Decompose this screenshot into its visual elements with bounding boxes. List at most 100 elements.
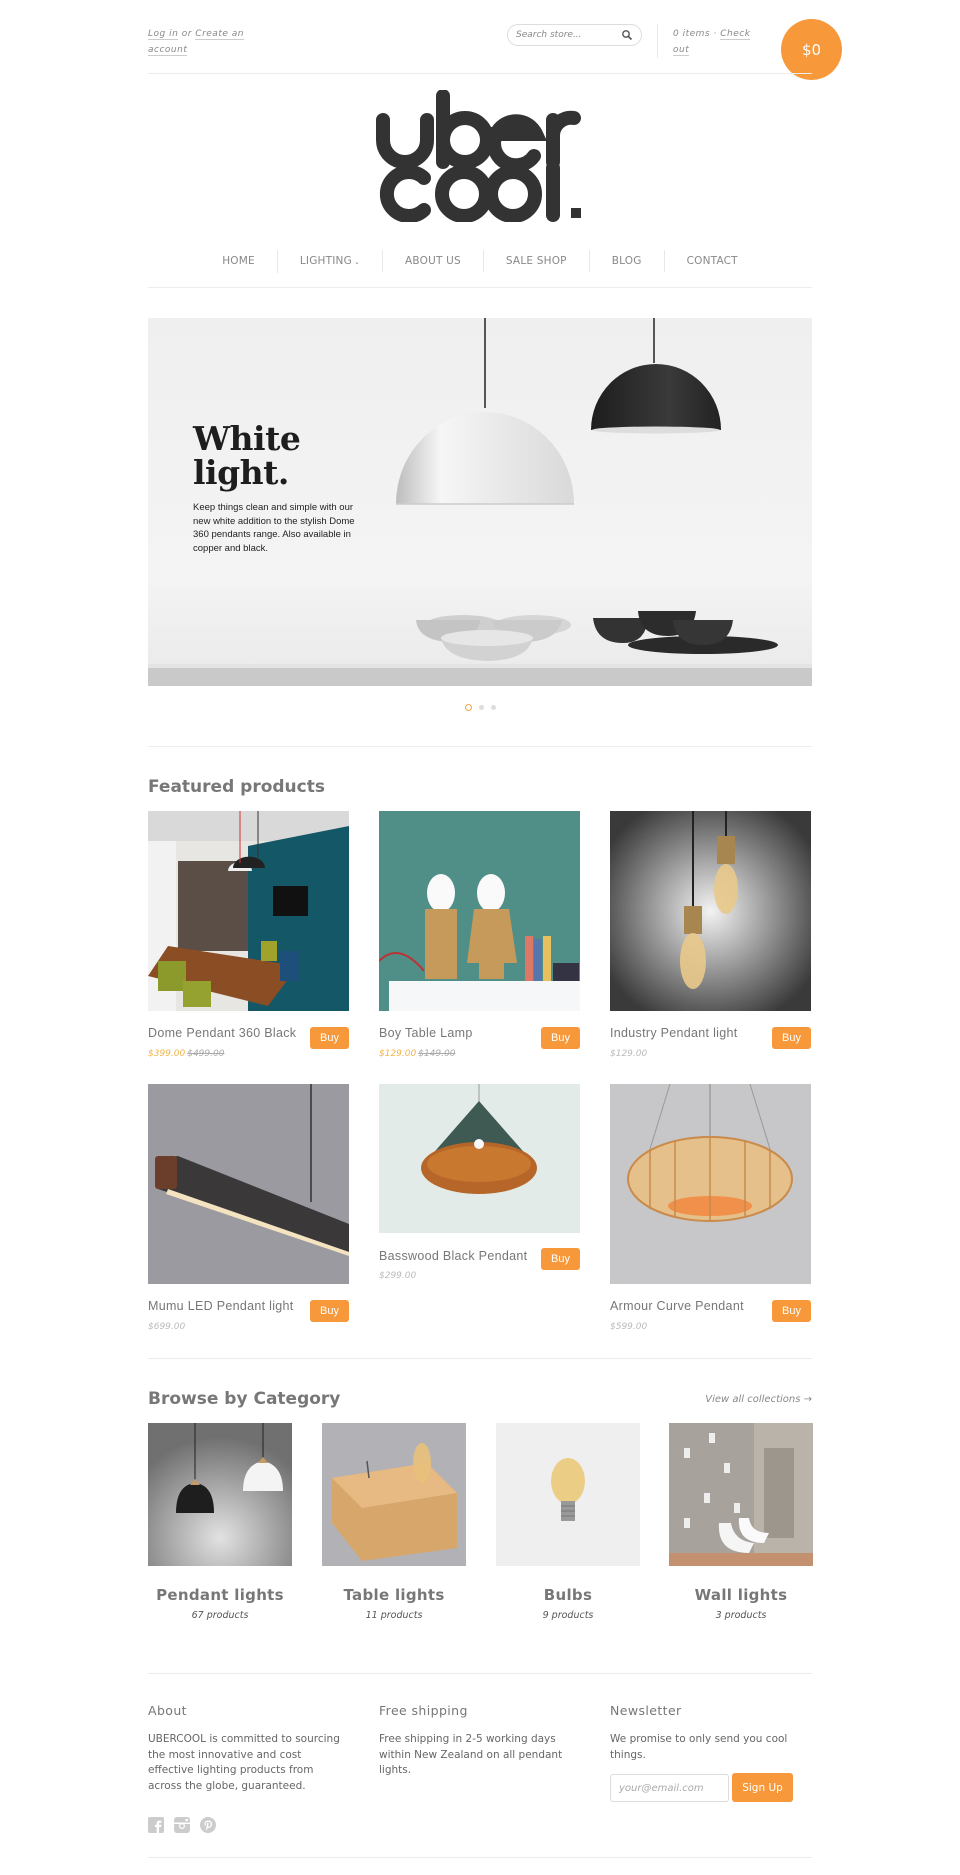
hero-slide[interactable]: White light. Keep things clean and simpl…: [148, 318, 812, 686]
nav-divider-line: [148, 287, 812, 288]
hero-title-line2: light.: [193, 453, 289, 492]
buy-button[interactable]: Buy: [541, 1248, 580, 1270]
signup-button[interactable]: Sign Up: [732, 1773, 793, 1802]
product-image[interactable]: [610, 1083, 811, 1284]
product-card: Industry Pendant light $129.00 Buy: [610, 811, 811, 1059]
section-divider: [148, 1358, 812, 1359]
or-text: or: [181, 29, 192, 39]
newsletter-email-input[interactable]: [610, 1774, 729, 1802]
buy-button[interactable]: Buy: [541, 1027, 580, 1049]
category-card[interactable]: Table lights 11 products: [322, 1423, 466, 1621]
product-price: $299.00: [379, 1271, 416, 1281]
category-card[interactable]: Bulbs 9 products: [496, 1423, 640, 1621]
category-title[interactable]: Bulbs: [496, 1586, 640, 1604]
product-name[interactable]: Basswood Black Pendant: [379, 1249, 527, 1263]
section-divider: [148, 746, 812, 747]
cart-total-button[interactable]: $0: [781, 19, 842, 80]
footer-newsletter: Newsletter We promise to only send you c…: [610, 1703, 790, 1763]
slide-dot-1[interactable]: [464, 704, 472, 711]
ubercool-logo[interactable]: [374, 90, 586, 222]
product-image[interactable]: [610, 811, 811, 1011]
footer-newsletter-title: Newsletter: [610, 1703, 682, 1718]
footer-shipping: Free shipping Free shipping in 2-5 worki…: [379, 1703, 564, 1779]
category-card[interactable]: Pendant lights 67 products: [148, 1423, 292, 1621]
buy-button[interactable]: Buy: [772, 1027, 811, 1049]
category-count: 3 products: [715, 1610, 767, 1621]
product-price: $129.00: [610, 1049, 647, 1059]
slide-dot-3[interactable]: [490, 705, 496, 710]
product-name[interactable]: Dome Pendant 360 Black: [148, 1026, 296, 1040]
category-image[interactable]: [322, 1423, 466, 1566]
hero-title-line1: White: [193, 419, 301, 458]
cart-separator: ·: [713, 29, 717, 39]
product-card: Dome Pendant 360 Black $399.00 $499.00 Bu…: [148, 811, 349, 1059]
footer-about-text: UBERCOOL is committed to sourcing the mo…: [148, 1733, 340, 1792]
featured-title: Featured products: [148, 777, 325, 797]
nav-lighting-label: LIGHTING: [299, 254, 352, 267]
nav-lighting[interactable]: LIGHTING ⌄: [276, 249, 382, 273]
product-name[interactable]: Boy Table Lamp: [379, 1026, 473, 1040]
cart-item-count: 0 items: [673, 29, 711, 39]
buy-button[interactable]: Buy: [310, 1300, 349, 1322]
pinterest-icon[interactable]: [200, 1817, 216, 1833]
nav-home[interactable]: HOME: [200, 250, 277, 272]
cart-summary: 0 items · Check out: [673, 26, 758, 58]
nav-blog[interactable]: BLOG: [588, 250, 664, 272]
product-image[interactable]: [378, 811, 580, 1011]
category-title[interactable]: Table lights: [322, 1586, 466, 1604]
compare-price: $149.00: [418, 1049, 456, 1059]
regular-price: $699.00: [148, 1322, 186, 1332]
nav-contact-label: CONTACT: [686, 255, 738, 267]
category-title[interactable]: Pendant lights: [148, 1586, 292, 1604]
category-image[interactable]: [496, 1423, 640, 1566]
header-divider: [657, 24, 658, 58]
sale-price: $399.00: [148, 1049, 186, 1059]
search-box: [507, 24, 642, 46]
search-icon[interactable]: [621, 29, 633, 41]
nav-sale-label: SALE SHOP: [505, 255, 567, 267]
instagram-icon[interactable]: [174, 1817, 190, 1833]
category-card[interactable]: Wall lights 3 products: [669, 1423, 813, 1621]
header-divider-line: [148, 73, 812, 74]
account-links: Log in or Create an account: [148, 26, 258, 58]
compare-price: $499.00: [187, 1049, 225, 1059]
product-price: $129.00 $149.00: [379, 1049, 455, 1059]
category-count: 9 products: [542, 1610, 594, 1621]
nav-about-us[interactable]: ABOUT US: [382, 250, 483, 272]
facebook-icon[interactable]: [148, 1817, 164, 1833]
product-card: Basswood Black Pendant $299.00 Buy: [379, 1084, 580, 1281]
footer-shipping-text: Free shipping in 2-5 working days within…: [379, 1733, 563, 1776]
product-image[interactable]: [379, 1084, 580, 1233]
nav-about-label: ABOUT US: [405, 255, 461, 267]
search-input[interactable]: [516, 30, 616, 40]
nav-contact[interactable]: CONTACT: [663, 250, 760, 272]
product-name[interactable]: Armour Curve Pendant: [610, 1299, 744, 1313]
buy-button[interactable]: Buy: [772, 1300, 811, 1322]
slide-dot-2[interactable]: [478, 705, 484, 710]
category-count: 67 products: [191, 1610, 249, 1621]
product-image[interactable]: [148, 1084, 349, 1284]
category-image[interactable]: [148, 1423, 292, 1566]
product-image[interactable]: [148, 811, 349, 1011]
product-price: $699.00: [148, 1322, 185, 1332]
regular-price: $129.00: [610, 1049, 648, 1059]
hero-title: White light.: [193, 419, 301, 492]
footer-about-title: About: [148, 1703, 187, 1718]
footer-about: About UBERCOOL is committed to sourcing …: [148, 1703, 348, 1794]
buy-button[interactable]: Buy: [310, 1027, 349, 1049]
login-link[interactable]: Log in: [148, 29, 179, 40]
category-title[interactable]: Wall lights: [669, 1586, 813, 1604]
nav-sale-shop[interactable]: SALE SHOP: [482, 250, 589, 272]
product-name[interactable]: Industry Pendant light: [610, 1026, 738, 1040]
nav-home-label: HOME: [222, 255, 255, 267]
sale-price: $129.00: [379, 1049, 417, 1059]
product-price: $599.00: [610, 1322, 647, 1332]
regular-price: $599.00: [610, 1322, 648, 1332]
main-nav: HOME LIGHTING ⌄ ABOUT US SALE SHOP BLOG C…: [148, 249, 812, 273]
categories-title: Browse by Category: [148, 1389, 341, 1409]
category-count: 11 products: [365, 1610, 423, 1621]
view-all-collections-link[interactable]: View all collections →: [705, 1394, 812, 1405]
category-image[interactable]: [669, 1423, 813, 1566]
product-name[interactable]: Mumu LED Pendant light: [148, 1299, 294, 1313]
footer-newsletter-text: We promise to only send you cool things.: [610, 1733, 788, 1761]
